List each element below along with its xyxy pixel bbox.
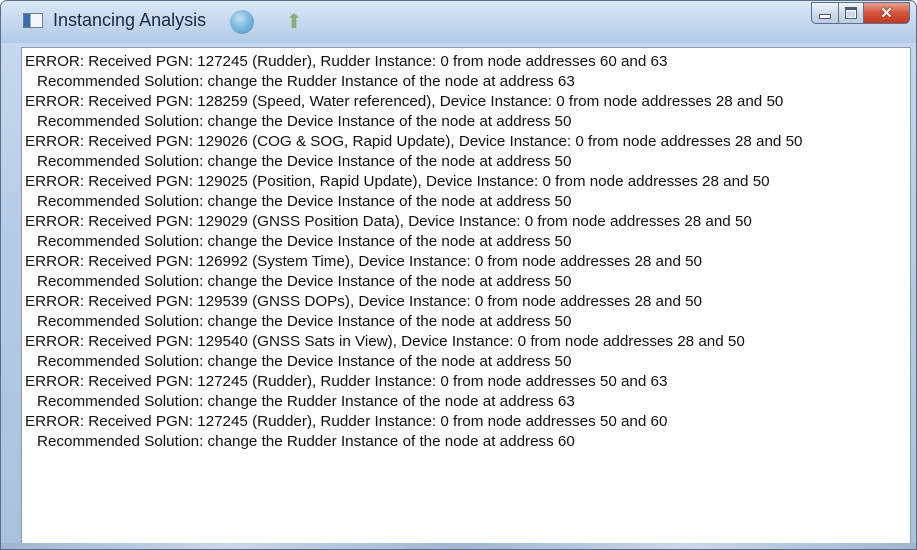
error-line: ERROR: Received PGN: 129029 (GNSS Positi… — [25, 213, 752, 230]
error-line: ERROR: Received PGN: 129539 (GNSS DOPs),… — [25, 293, 703, 310]
analysis-output-textbox[interactable]: ERROR: Received PGN: 127245 (Rudder), Ru… — [21, 47, 911, 545]
solution-line: Recommended Solution: change the Device … — [37, 273, 572, 290]
error-line: ERROR: Received PGN: 128259 (Speed, Wate… — [25, 93, 784, 110]
window-bottom-border — [1, 543, 916, 549]
close-icon: ✕ — [880, 4, 893, 22]
solution-line: Recommended Solution: change the Device … — [37, 153, 572, 170]
window-app-icon[interactable] — [23, 13, 43, 28]
minimize-button[interactable] — [811, 2, 838, 24]
arrow-up-icon: ⬆ — [285, 11, 303, 33]
instancing-analysis-window: Instancing Analysis ⬆ ✕ ERROR: Received … — [0, 0, 917, 550]
maximize-button[interactable] — [838, 2, 864, 24]
error-line: ERROR: Received PGN: 127245 (Rudder), Ru… — [25, 413, 668, 430]
error-line: ERROR: Received PGN: 129540 (GNSS Sats i… — [25, 333, 745, 350]
window-title: Instancing Analysis — [53, 10, 207, 30]
minimize-icon — [819, 13, 831, 19]
solution-line: Recommended Solution: change the Rudder … — [37, 393, 575, 410]
solution-line: Recommended Solution: change the Device … — [37, 313, 572, 330]
globe-icon — [230, 10, 254, 34]
error-line: ERROR: Received PGN: 127245 (Rudder), Ru… — [25, 373, 668, 390]
maximize-icon — [845, 7, 857, 19]
close-button[interactable]: ✕ — [864, 2, 910, 24]
solution-line: Recommended Solution: change the Device … — [37, 193, 572, 210]
solution-line: Recommended Solution: change the Device … — [37, 353, 572, 370]
error-line: ERROR: Received PGN: 127245 (Rudder), Ru… — [25, 53, 668, 70]
error-line: ERROR: Received PGN: 129025 (Position, R… — [25, 173, 770, 190]
solution-line: Recommended Solution: change the Rudder … — [37, 433, 575, 450]
solution-line: Recommended Solution: change the Rudder … — [37, 73, 575, 90]
error-line: ERROR: Received PGN: 126992 (System Time… — [25, 253, 703, 270]
error-line: ERROR: Received PGN: 129026 (COG & SOG, … — [25, 133, 803, 150]
window-controls: ✕ — [811, 2, 910, 24]
solution-line: Recommended Solution: change the Device … — [37, 113, 572, 130]
title-bar[interactable]: Instancing Analysis ⬆ ✕ — [1, 1, 916, 43]
solution-line: Recommended Solution: change the Device … — [37, 233, 572, 250]
